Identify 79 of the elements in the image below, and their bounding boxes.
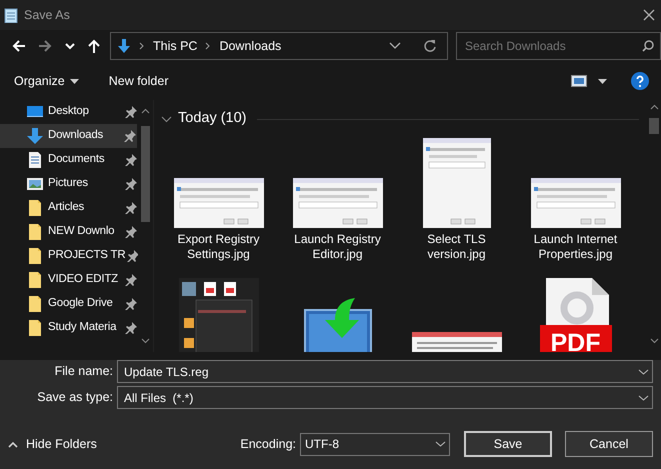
pictures-icon — [27, 176, 43, 192]
pin-icon[interactable] — [124, 130, 136, 142]
refresh-icon[interactable] — [423, 39, 437, 53]
sidebar-item[interactable]: NEW Downlo — [0, 220, 138, 244]
encoding-label: Encoding: — [240, 436, 296, 453]
chevron-up-icon — [8, 440, 18, 448]
back-icon[interactable] — [11, 38, 27, 54]
breadcrumb-item[interactable]: Downloads — [219, 36, 282, 56]
folder-icon — [27, 272, 43, 288]
search-box[interactable]: Search Downloads — [456, 32, 661, 60]
save-button[interactable]: Save — [464, 431, 552, 457]
search-field[interactable]: Search Downloads — [457, 34, 642, 58]
scroll-down-icon[interactable] — [141, 338, 150, 344]
window-title: Save As — [24, 6, 70, 24]
save-type-dropdown[interactable]: All Files (*.*) — [117, 386, 653, 409]
field-label: File name: — [54, 363, 114, 380]
search-icon[interactable] — [642, 40, 654, 52]
pin-icon[interactable] — [125, 226, 137, 238]
sidebar-item[interactable]: Desktop — [0, 100, 138, 124]
dropdown-icon[interactable] — [389, 42, 401, 50]
pin-icon[interactable] — [125, 106, 137, 118]
caret-icon — [70, 78, 79, 84]
scrollbar-thumb[interactable] — [649, 118, 659, 134]
toolbar-button[interactable]: Organize — [14, 72, 79, 90]
desktop-icon — [27, 104, 43, 120]
collapse-chevron-icon[interactable] — [161, 116, 172, 122]
file-name[interactable]: Launch Registry Editor.jpg — [282, 232, 392, 262]
cancel-button[interactable]: Cancel — [565, 431, 653, 457]
sidebar-item[interactable]: Downloads — [0, 124, 137, 148]
dropdown-icon[interactable] — [638, 368, 649, 374]
sidebar-item[interactable]: Documents — [0, 148, 138, 172]
sidebar-item[interactable]: VIDEO EDITZ — [0, 268, 138, 292]
pin-icon[interactable] — [125, 322, 137, 334]
up-icon[interactable] — [86, 38, 102, 54]
pin-icon[interactable] — [125, 178, 137, 190]
folder-icon — [27, 200, 43, 216]
sidebar-item[interactable]: Google Drive — [0, 292, 138, 316]
file-name-field[interactable]: Update TLS.reg — [117, 360, 653, 383]
download-monitor-icon — [302, 298, 372, 352]
dropdown-icon[interactable] — [638, 394, 649, 400]
pdf-file-icon — [546, 278, 608, 325]
view-icon[interactable] — [571, 75, 587, 87]
pin-icon[interactable] — [127, 250, 140, 262]
sidebar-item[interactable]: Study Materia — [0, 316, 138, 340]
dropdown-icon[interactable] — [435, 441, 446, 447]
folder-icon — [27, 224, 43, 240]
folder-icon — [27, 248, 43, 264]
toolbar-button[interactable]: New folder — [108, 72, 168, 90]
caret-icon[interactable] — [598, 78, 607, 84]
pin-icon[interactable] — [125, 274, 137, 286]
documents-icon — [27, 152, 43, 168]
sidebar-item[interactable]: Articles — [0, 196, 138, 220]
file-name[interactable]: Export Registry Settings.jpg — [164, 232, 274, 262]
chevron-icon — [205, 42, 212, 50]
encoding-dropdown[interactable]: UTF-8 — [300, 432, 450, 456]
folder-icon — [27, 320, 43, 336]
breadcrumb-item[interactable]: This PC — [153, 36, 198, 56]
hide-folders-button[interactable]: Hide Folders — [8, 434, 97, 454]
file-name[interactable]: Select TLS version.jpg — [402, 232, 512, 262]
help-icon[interactable] — [631, 72, 649, 90]
sidebar-item[interactable]: Pictures — [0, 172, 138, 196]
pin-icon[interactable] — [125, 154, 137, 166]
pin-icon[interactable] — [125, 202, 137, 214]
field-label: Save as type: — [36, 389, 114, 406]
scroll-up-icon[interactable] — [650, 104, 658, 110]
scrollbar-thumb[interactable] — [141, 126, 150, 222]
sidebar-item[interactable]: PROJECTS TR — [0, 244, 138, 268]
chevron-icon — [139, 42, 145, 50]
scroll-down-icon[interactable] — [650, 338, 658, 344]
file-name[interactable]: Launch Internet Properties.jpg — [520, 232, 630, 262]
notepad-icon — [4, 7, 18, 23]
download-arrow-icon — [117, 38, 131, 54]
group-header[interactable]: Today (10) — [178, 108, 247, 130]
close-icon[interactable] — [643, 9, 655, 21]
pdf-badge: PDF — [540, 325, 612, 352]
pin-icon[interactable] — [125, 298, 137, 310]
folder-icon — [27, 296, 43, 312]
scroll-up-icon[interactable] — [141, 108, 150, 114]
downloads-icon — [27, 128, 43, 144]
